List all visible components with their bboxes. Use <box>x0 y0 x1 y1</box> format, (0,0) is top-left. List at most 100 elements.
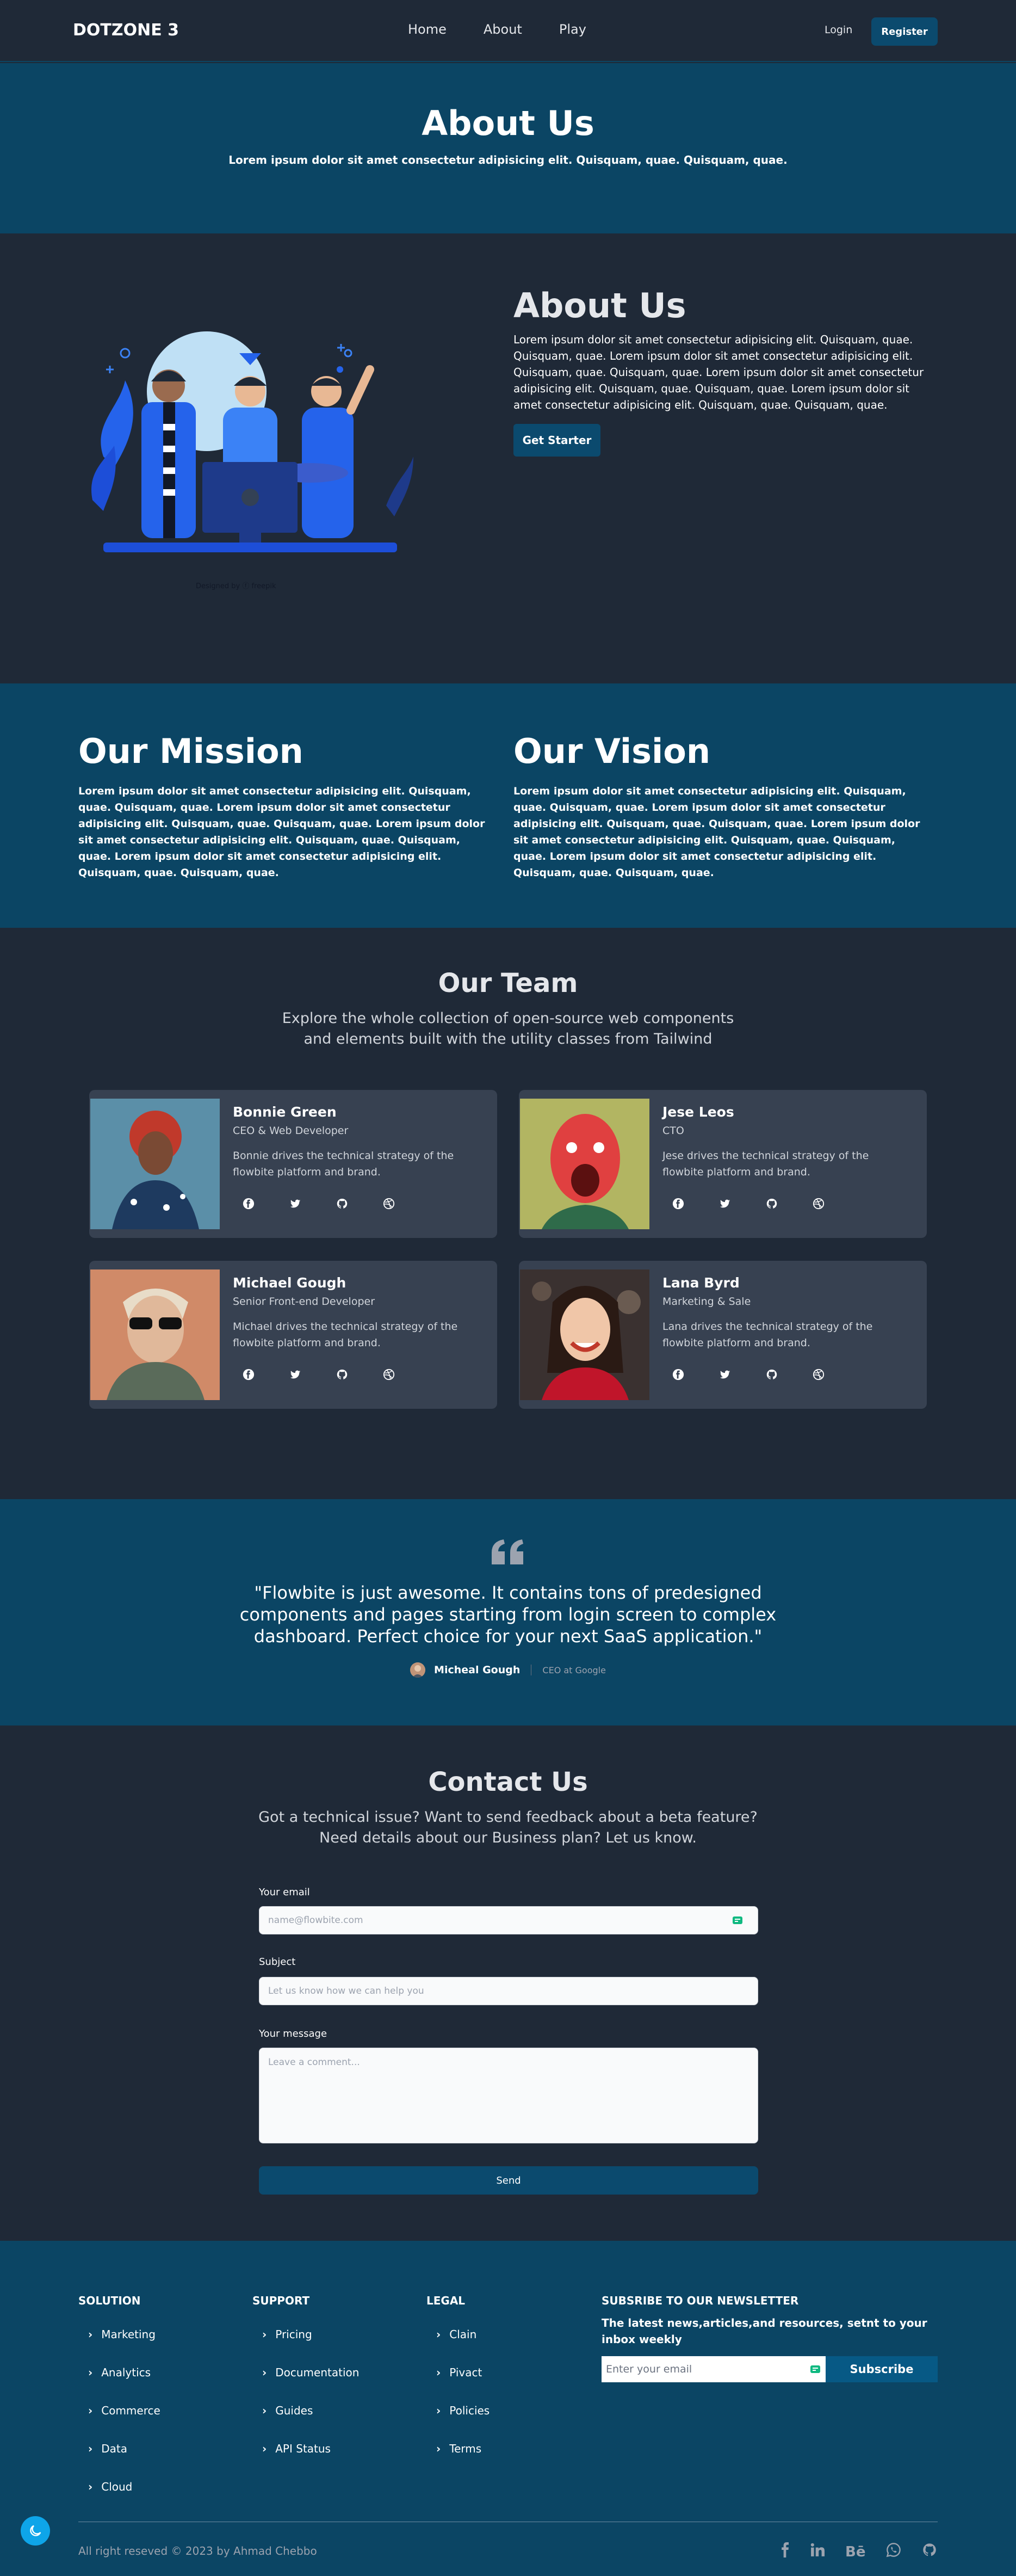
footer-link-guides[interactable]: › Guides <box>262 2404 359 2417</box>
dribbble-icon[interactable] <box>811 1197 826 1211</box>
main-nav: Home About Play <box>408 22 623 37</box>
footer-link-analytics[interactable]: › Analytics <box>88 2366 160 2379</box>
newsletter-email-input[interactable]: Enter your email <box>602 2356 826 2382</box>
svg-text:Designed by ⓕ freepik: Designed by ⓕ freepik <box>196 582 276 590</box>
send-button[interactable]: Send <box>259 2166 758 2195</box>
footer-link-label: Guides <box>275 2404 313 2417</box>
team-subtitle-line: and elements built with the utility clas… <box>303 1031 713 1047</box>
footer-link-commerce[interactable]: › Commerce <box>88 2404 160 2417</box>
github-icon[interactable] <box>335 1367 349 1382</box>
email-label: Your email <box>259 1887 310 1898</box>
member-role: CEO & Web Developer <box>233 1125 349 1137</box>
mission-text: Lorem ipsum dolor sit amet consectetur a… <box>78 785 485 879</box>
footer-heading: SOLUTION <box>78 2294 141 2307</box>
vision-text: Lorem ipsum dolor sit amet consectetur a… <box>513 785 920 879</box>
footer-link-pricing[interactable]: › Pricing <box>262 2328 359 2341</box>
github-icon[interactable] <box>765 1367 779 1382</box>
footer-link-api-status[interactable]: › API Status <box>262 2442 359 2455</box>
chevron-right-icon: › <box>436 2366 441 2379</box>
footer-link-data[interactable]: › Data <box>88 2442 160 2455</box>
moon-icon <box>30 2525 41 2536</box>
testimonial-quote: "Flowbite is just awesome. It contains t… <box>239 1582 777 1647</box>
member-socials <box>241 1367 429 1382</box>
whatsapp-icon[interactable] <box>886 2542 901 2561</box>
footer-link-marketing[interactable]: › Marketing <box>88 2328 160 2341</box>
chevron-right-icon: › <box>88 2366 93 2379</box>
facebook-icon[interactable] <box>241 1197 256 1211</box>
login-link[interactable]: Login <box>825 24 852 36</box>
hero-title: About Us <box>422 103 594 143</box>
team-subtitle: Explore the whole collection of open-sou… <box>0 1008 1016 1050</box>
get-starter-button[interactable]: Get Starter <box>513 424 600 457</box>
footer-link-label: Policies <box>449 2404 490 2417</box>
team-card-jese: Jese Leos CTO Jese drives the technical … <box>519 1090 927 1238</box>
avatar <box>520 1269 649 1400</box>
contact-subtitle-line: Got a technical issue? Want to send feed… <box>258 1809 758 1826</box>
subject-field[interactable]: Let us know how we can help you <box>259 1977 758 2005</box>
facebook-icon[interactable] <box>241 1367 256 1382</box>
nav-link-about[interactable]: About <box>484 22 522 37</box>
twitter-icon[interactable] <box>718 1367 732 1382</box>
facebook-icon[interactable] <box>671 1197 685 1211</box>
team-illustration: Designed by ⓕ freepik <box>91 331 413 590</box>
behance-icon[interactable]: Bē <box>845 2544 865 2560</box>
linkedin-icon[interactable] <box>810 2543 825 2561</box>
footer-socials: Bē <box>759 2542 937 2561</box>
footer-link-label: Analytics <box>101 2366 151 2379</box>
twitter-icon[interactable] <box>288 1197 302 1211</box>
subscribe-button[interactable]: Subscribe <box>826 2356 938 2382</box>
twitter-icon[interactable] <box>718 1197 732 1211</box>
nav-link-home[interactable]: Home <box>408 22 447 37</box>
chevron-right-icon: › <box>88 2328 93 2341</box>
email-field[interactable]: name@flowbite.com <box>259 1906 758 1934</box>
facebook-icon[interactable] <box>780 2542 790 2561</box>
member-socials <box>671 1197 858 1211</box>
github-icon[interactable] <box>335 1197 349 1211</box>
footer-link-label: Documentation <box>275 2366 360 2379</box>
dribbble-icon[interactable] <box>382 1197 396 1211</box>
github-icon[interactable] <box>765 1197 779 1211</box>
mission-vision-section: Our Mission Lorem ipsum dolor sit amet c… <box>0 683 1016 928</box>
vision-title: Our Vision <box>513 731 711 771</box>
github-icon[interactable] <box>922 2542 937 2561</box>
footer-link-label: Commerce <box>101 2404 160 2417</box>
footer-link-terms[interactable]: › Terms <box>436 2442 490 2455</box>
twitter-icon[interactable] <box>288 1367 302 1382</box>
dribbble-icon[interactable] <box>811 1367 826 1382</box>
footer-link-cloud[interactable]: › Cloud <box>88 2480 160 2493</box>
chevron-right-icon: › <box>436 2442 441 2455</box>
footer-heading: SUPPORT <box>252 2294 310 2307</box>
contact-subtitle: Got a technical issue? Want to send feed… <box>0 1807 1016 1848</box>
team-card-bonnie: Bonnie Green CEO & Web Developer Bonnie … <box>89 1090 497 1238</box>
register-button[interactable]: Register <box>871 17 938 46</box>
newsletter-text: The latest news,articles,and resources, … <box>602 2316 927 2346</box>
autofill-icon[interactable] <box>733 1916 742 1924</box>
newsletter-title: SUBSRIBE TO OUR NEWSLETTER <box>602 2294 799 2307</box>
message-placeholder: Leave a comment... <box>268 2057 360 2068</box>
member-role: Marketing & Sale <box>662 1296 751 1308</box>
message-textarea[interactable]: Leave a comment... <box>259 2048 758 2143</box>
site-footer: SOLUTION › Marketing › Analytics › Commerce… <box>0 2241 1016 2576</box>
contact-subtitle-line: Need details about our Business plan? Le… <box>319 1829 697 1846</box>
message-label: Your message <box>259 2028 327 2039</box>
chevron-right-icon: › <box>262 2404 267 2417</box>
theme-toggle-button[interactable] <box>21 2516 50 2546</box>
member-name: Jese Leos <box>662 1104 734 1120</box>
footer-link-policies[interactable]: › Policies <box>436 2404 490 2417</box>
member-socials <box>671 1367 858 1382</box>
chevron-right-icon: › <box>262 2328 267 2341</box>
autofill-icon[interactable] <box>810 2365 820 2373</box>
chevron-right-icon: › <box>436 2328 441 2341</box>
team-subtitle-line: Explore the whole collection of open-sou… <box>282 1010 734 1027</box>
footer-link-documentation[interactable]: › Documentation <box>262 2366 359 2379</box>
mission-block: Our Mission Lorem ipsum dolor sit amet c… <box>78 731 492 881</box>
footer-solution: SOLUTION › Marketing › Analytics › Commerce… <box>78 2294 160 2518</box>
nav-link-play[interactable]: Play <box>559 22 586 37</box>
site-logo[interactable]: DOTZONE 3 <box>73 21 179 40</box>
facebook-icon[interactable] <box>671 1367 685 1382</box>
avatar <box>520 1099 649 1229</box>
member-name: Bonnie Green <box>233 1104 337 1120</box>
footer-link-clain[interactable]: › Clain <box>436 2328 490 2341</box>
dribbble-icon[interactable] <box>382 1367 396 1382</box>
footer-link-pivact[interactable]: › Pivact <box>436 2366 490 2379</box>
